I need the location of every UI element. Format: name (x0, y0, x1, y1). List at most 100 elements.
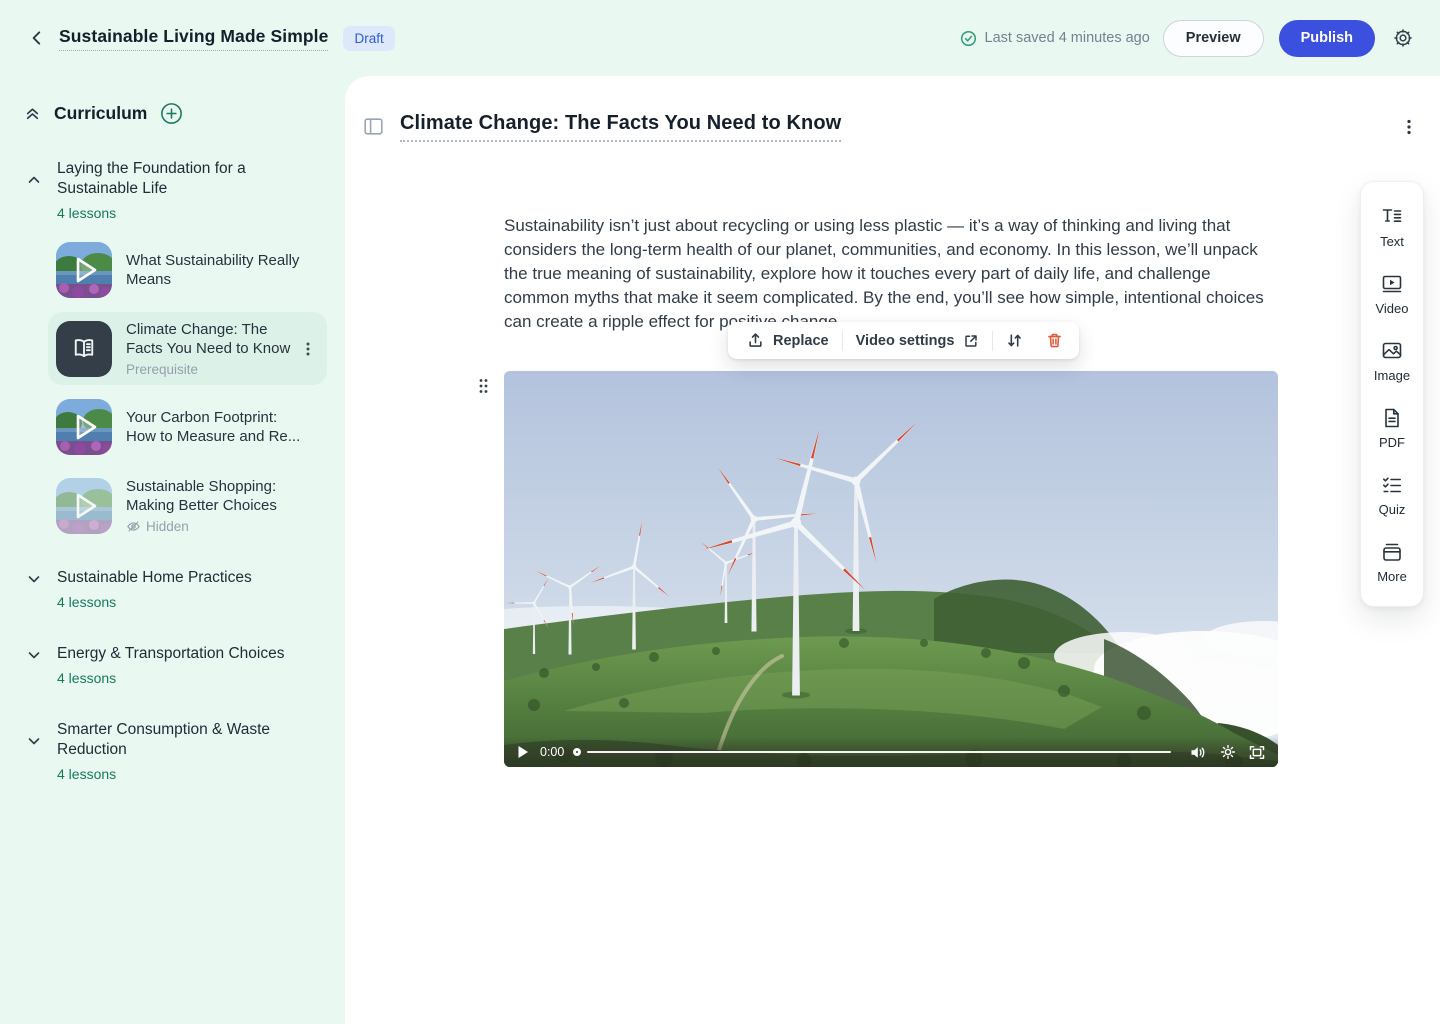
publish-button[interactable]: Publish (1279, 20, 1375, 57)
insert-quiz-button[interactable]: Quiz (1361, 461, 1423, 528)
lesson-row-video[interactable]: Your Carbon Footprint: How to Measure an… (48, 391, 327, 463)
video-block-toolbar: Replace Video settings (728, 322, 1079, 359)
player-fullscreen-icon (1249, 745, 1265, 760)
insert-more-button[interactable]: More (1361, 528, 1423, 595)
section-lesson-count: 4 lessons (57, 670, 345, 686)
add-section-button[interactable] (160, 102, 183, 125)
video-settings-label: Video settings (856, 333, 955, 349)
insert-pdf-label: PDF (1379, 435, 1405, 450)
curriculum-header: Curriculum (24, 102, 345, 125)
reorder-button[interactable] (993, 322, 1036, 359)
insert-more-icon (1380, 540, 1404, 564)
panel-toggle-icon (364, 118, 383, 135)
insert-quiz-label: Quiz (1379, 502, 1406, 517)
topbar-actions: Last saved 4 minutes ago Preview Publish (960, 20, 1418, 57)
curriculum-section: Smarter Consumption & Waste Reduction 4 … (24, 720, 345, 782)
lesson-editor: Climate Change: The Facts You Need to Kn… (345, 76, 1440, 1024)
back-button[interactable] (24, 25, 50, 51)
section-lesson-count: 4 lessons (57, 205, 345, 221)
insert-text-icon (1380, 205, 1404, 229)
player-fullscreen-button[interactable] (1247, 743, 1267, 762)
lesson-badge: Hidden (146, 519, 189, 534)
video-still-windfarm (504, 371, 1278, 767)
replace-upload-icon (747, 332, 764, 349)
lesson-title: Climate Change: The Facts You Need to Kn… (126, 320, 304, 358)
page-menu-icon (1402, 118, 1416, 136)
lesson-body-text[interactable]: Sustainability isn’t just about recyclin… (504, 214, 1280, 334)
back-icon (28, 29, 46, 47)
video-controls: 0:00 (504, 737, 1278, 767)
lesson-thumbnail (56, 399, 112, 455)
lesson-menu-icon (301, 341, 315, 357)
section-collapse-button[interactable] (24, 170, 44, 190)
insert-image-label: Image (1374, 368, 1410, 383)
insert-video-icon (1380, 272, 1404, 296)
insert-video-button[interactable]: Video (1361, 260, 1423, 327)
course-title[interactable]: Sustainable Living Made Simple (59, 26, 328, 51)
play-overlay-icon (56, 399, 112, 455)
insert-text-button[interactable]: Text (1361, 193, 1423, 260)
lesson-thumbnail (56, 242, 112, 298)
section-expand-button[interactable] (24, 645, 44, 665)
hidden-eye-off-icon (126, 519, 141, 534)
lesson-row-video-hidden[interactable]: Sustainable Shopping: Making Better Choi… (48, 469, 327, 542)
last-saved-text: Last saved 4 minutes ago (985, 30, 1150, 46)
insert-more-label: More (1377, 569, 1407, 584)
saved-check-icon (960, 30, 977, 47)
lesson-row-video[interactable]: What Sustainability Really Means (48, 234, 327, 306)
external-link-icon (963, 333, 979, 349)
section-lesson-count: 4 lessons (57, 594, 345, 610)
collapse-all-button[interactable] (24, 105, 41, 122)
insert-image-button[interactable]: Image (1361, 327, 1423, 394)
curriculum-section: Sustainable Home Practices 4 lessons (24, 568, 345, 610)
play-overlay-icon (56, 242, 112, 298)
section-title[interactable]: Energy & Transportation Choices (57, 644, 293, 664)
section-expand-button[interactable] (24, 731, 44, 751)
player-volume-button[interactable] (1188, 743, 1209, 762)
section-title[interactable]: Laying the Foundation for a Sustainable … (57, 159, 293, 199)
player-volume-icon (1190, 745, 1207, 760)
player-progress-bar[interactable] (587, 751, 1171, 754)
section-expand-button[interactable] (24, 569, 44, 589)
lesson-row-reading-selected[interactable]: Climate Change: The Facts You Need to Kn… (48, 312, 327, 385)
replace-button[interactable]: Replace (734, 322, 842, 359)
section-title[interactable]: Sustainable Home Practices (57, 568, 293, 588)
lesson-header: Climate Change: The Facts You Need to Kn… (360, 95, 1420, 158)
lesson-thumbnail (56, 321, 112, 377)
lesson-badge: Prerequisite (126, 362, 304, 377)
settings-gear-icon (1392, 27, 1414, 49)
insert-pdf-button[interactable]: PDF (1361, 394, 1423, 461)
insert-text-label: Text (1380, 234, 1404, 249)
lesson-page-title[interactable]: Climate Change: The Facts You Need to Kn… (400, 112, 841, 142)
curriculum-sidebar: Curriculum Laying the Foundation for a S… (0, 76, 345, 1024)
section-collapse-icon (26, 172, 42, 188)
lesson-list: What Sustainability Really Means Climate… (48, 234, 345, 542)
reading-book-icon (69, 334, 99, 364)
curriculum-section: Laying the Foundation for a Sustainable … (24, 159, 345, 221)
player-current-time: 0:00 (540, 745, 564, 759)
section-title[interactable]: Smarter Consumption & Waste Reduction (57, 720, 293, 760)
delete-block-button[interactable] (1036, 322, 1073, 359)
settings-button[interactable] (1388, 23, 1418, 53)
panel-toggle-button[interactable] (360, 114, 387, 139)
player-play-button[interactable] (515, 743, 531, 761)
lesson-menu-button[interactable] (297, 337, 319, 361)
curriculum-section: Energy & Transportation Choices 4 lesson… (24, 644, 345, 686)
player-scrubber-handle[interactable] (573, 748, 581, 756)
lesson-title: What Sustainability Really Means (126, 251, 304, 289)
video-settings-button[interactable]: Video settings (843, 322, 993, 359)
preview-button[interactable]: Preview (1163, 20, 1264, 57)
page-menu-button[interactable] (1398, 114, 1420, 140)
player-settings-button[interactable] (1218, 742, 1238, 762)
block-drag-handle[interactable] (475, 375, 492, 397)
section-expand-icon (26, 647, 42, 663)
player-settings-icon (1220, 744, 1236, 760)
lesson-title: Sustainable Shopping: Making Better Choi… (126, 477, 304, 515)
lesson-thumbnail (56, 478, 112, 534)
section-lesson-count: 4 lessons (57, 766, 345, 782)
video-player[interactable]: 0:00 (504, 371, 1278, 767)
insert-pdf-icon (1380, 406, 1404, 430)
drag-handle-icon (478, 378, 489, 394)
status-badge: Draft (343, 26, 394, 51)
section-expand-icon (26, 733, 42, 749)
